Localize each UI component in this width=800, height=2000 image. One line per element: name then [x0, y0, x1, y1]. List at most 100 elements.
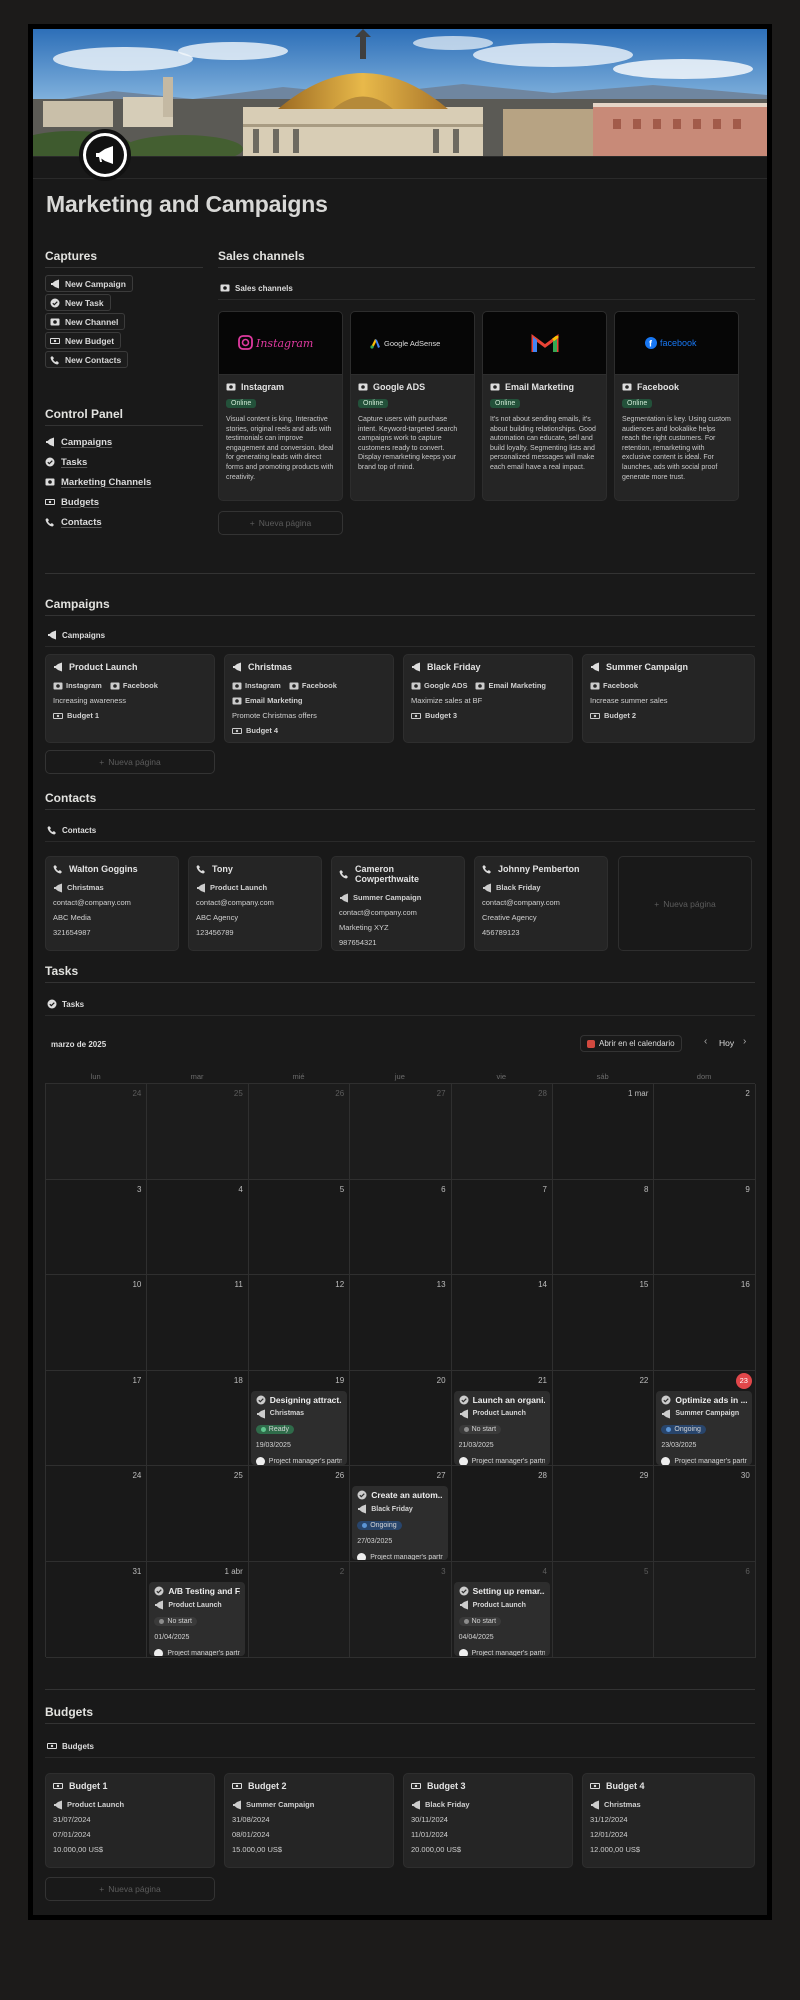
new-campaign-button[interactable]: New Campaign [45, 275, 133, 292]
campaign-card-summer-campaign[interactable]: Summer Campaign Facebook Increase summer… [582, 654, 755, 743]
channel-card-google-ads[interactable]: Google AdSense Google ADS Online Capture… [350, 311, 475, 501]
campaign-card-product-launch[interactable]: Product Launch Instagram Facebook Increas… [45, 654, 215, 743]
budget-card[interactable]: Budget 1 Product Launch 31/07/2024 07/01… [45, 1773, 215, 1868]
calendar-day-cell[interactable]: 20 [350, 1370, 452, 1467]
calendar-day-cell[interactable]: 3 [350, 1562, 452, 1658]
calendar-day-cell[interactable]: 3 [46, 1179, 148, 1276]
calendar-day-cell[interactable]: 5 [553, 1562, 655, 1658]
calendar-day-cell[interactable]: 13 [350, 1275, 452, 1371]
contact-card[interactable]: Cameron Cowperthwaite Summer Campaign co… [331, 856, 465, 951]
avatar [255, 1457, 265, 1465]
megaphone-icon [154, 1600, 164, 1610]
budget-card[interactable]: Budget 4 Christmas 31/12/2024 12/01/2024… [582, 1773, 755, 1868]
new-page-button[interactable]: + Nueva página [218, 511, 343, 535]
new-page-button[interactable]: + Nueva página [618, 856, 752, 951]
channel-card-facebook[interactable]: f facebook Facebook Online Segmentation i… [614, 311, 739, 501]
contact-card[interactable]: Tony Product Launch contact@company.com … [188, 856, 322, 951]
contact-campaign: Summer Campaign [353, 893, 422, 902]
calendar-day-cell[interactable]: 31 [46, 1562, 148, 1658]
cover-image[interactable] [33, 29, 767, 156]
view-tab-divider [218, 299, 755, 300]
prev-month-icon[interactable]: ‹ [704, 1036, 707, 1047]
sales-channels-view-tab[interactable]: Sales channels [220, 283, 293, 293]
task-event-card[interactable]: Setting up remar... Product Launch No star… [453, 1582, 550, 1656]
new-task-button[interactable]: New Task [45, 294, 111, 311]
control-panel-item-tasks[interactable]: Tasks [45, 455, 87, 469]
megaphone-page-icon[interactable] [79, 129, 131, 181]
contact-card[interactable]: Walton Goggins Christmas contact@company… [45, 856, 179, 951]
new-contacts-button[interactable]: New Contacts [45, 351, 129, 368]
open-in-calendar-button[interactable]: Abrir en el calendario [580, 1035, 682, 1052]
calendar-day-cell[interactable]: 2 [654, 1084, 756, 1180]
calendar-day-cell[interactable]: 24 [46, 1084, 148, 1180]
megaphone-icon [196, 883, 206, 893]
new-page-button[interactable]: + Nueva página [45, 1877, 215, 1901]
budgets-view-tab[interactable]: Budgets [47, 1741, 94, 1751]
calendar-day-cell[interactable]: 6 [654, 1562, 756, 1658]
calendar-day-cell[interactable]: 4 [147, 1179, 249, 1276]
budget-card[interactable]: Budget 3 Black Friday 30/11/2024 11/01/2… [403, 1773, 573, 1868]
calendar-day-cell[interactable]: 30 [654, 1466, 756, 1562]
task-date: 04/04/2025 [458, 1633, 494, 1641]
tasks-view-tab[interactable]: Tasks [47, 999, 84, 1009]
calendar-day-cell[interactable]: 2 [248, 1562, 351, 1658]
today-button[interactable]: Hoy [719, 1038, 734, 1048]
calendar-day-cell[interactable]: 12 [248, 1275, 351, 1371]
task-date: 23/03/2025 [661, 1442, 697, 1450]
campaigns-view-tab[interactable]: Campaigns [47, 630, 105, 640]
channel-card-instagram[interactable]: Instagram Instagram Online Visual conten… [218, 311, 343, 501]
calendar-day-cell[interactable]: 9 [654, 1179, 756, 1276]
calendar-day-cell[interactable]: 14 [451, 1275, 553, 1371]
calendar-day-cell[interactable]: 10 [46, 1275, 148, 1371]
contacts-view-tab[interactable]: Contacts [47, 825, 96, 835]
calendar-day-cell[interactable]: 15 [553, 1275, 655, 1371]
control-panel-item-contacts[interactable]: Contacts [45, 515, 102, 529]
calendar-day-cell[interactable]: 7 [451, 1179, 553, 1276]
calendar-day-cell[interactable]: 17 [46, 1370, 148, 1467]
calendar-day-cell[interactable]: 11 [147, 1275, 249, 1371]
channel-name: Google ADS [373, 382, 426, 392]
budget-card[interactable]: Budget 2 Summer Campaign 31/08/2024 08/0… [224, 1773, 394, 1868]
next-month-icon[interactable]: › [743, 1036, 746, 1047]
channel-description: Visual content is king. Interactive stor… [226, 416, 334, 481]
calendar-day-cell[interactable]: 6 [350, 1179, 452, 1276]
task-title-row: Optimize ads in ... [661, 1395, 747, 1405]
window-frame: Marketing and Campaigns Captures New Cam… [28, 24, 772, 1920]
calendar-day-cell[interactable]: 16 [654, 1275, 756, 1371]
calendar-day-cell[interactable]: 28 [451, 1084, 553, 1180]
megaphone-icon [256, 1409, 266, 1419]
calendar-day-cell[interactable]: 27 [350, 1084, 452, 1180]
contact-card[interactable]: Johnny Pemberton Black Friday contact@co… [474, 856, 608, 951]
task-event-card[interactable]: Designing attract... Christmas Ready 19/03/… [250, 1390, 347, 1465]
task-event-card[interactable]: Optimize ads in ... Summer Campaign Ongoin… [656, 1390, 753, 1465]
calendar-day-cell[interactable]: 26 [248, 1084, 351, 1180]
calendar-day-cell[interactable]: 8 [553, 1179, 655, 1276]
campaign-card-christmas[interactable]: Christmas Instagram Facebook Email Market… [224, 654, 394, 743]
task-assignee: Project manager's partner [167, 1649, 241, 1657]
calendar-day-cell[interactable]: 18 [147, 1370, 249, 1467]
task-event-card[interactable]: A/B Testing and F... Product Launch No sta… [149, 1582, 246, 1657]
plus-icon: + [99, 757, 105, 767]
calendar-day-cell[interactable]: 1 mar [553, 1084, 655, 1180]
calendar-day-cell[interactable]: 25 [147, 1084, 249, 1180]
new-budget-button[interactable]: New Budget [45, 332, 122, 349]
task-event-card[interactable]: Launch an organi... Product Launch No star… [453, 1390, 550, 1465]
control-panel-item-budgets[interactable]: Budgets [45, 495, 99, 509]
calendar-day-cell[interactable]: 25 [147, 1466, 249, 1562]
svg-text:facebook: facebook [660, 338, 697, 348]
new-page-button[interactable]: + Nueva página [45, 750, 215, 774]
control-panel-item-campaigns[interactable]: Campaigns [45, 435, 112, 449]
calendar-day-cell[interactable]: 24 [46, 1466, 148, 1562]
task-event-card[interactable]: Create an autom... Black Friday Ongoing 27/… [352, 1486, 449, 1561]
channel-card-email-marketing[interactable]: Email Marketing Online It's not about se… [482, 311, 607, 501]
budget-campaign: Christmas [604, 1800, 641, 1809]
campaign-card-black-friday[interactable]: Black Friday Google ADS Email Marketing M… [403, 654, 573, 743]
calendar-day-cell[interactable]: 22 [553, 1370, 655, 1467]
new-channel-button[interactable]: New Channel [45, 313, 126, 330]
calendar-day-cell[interactable]: 29 [553, 1466, 655, 1562]
control-panel-item-marketing-channels[interactable]: Marketing Channels [45, 475, 151, 489]
calendar-day-cell[interactable]: 5 [248, 1179, 351, 1276]
budget-icon [590, 711, 600, 721]
calendar-day-cell[interactable]: 26 [248, 1466, 351, 1562]
calendar-day-cell[interactable]: 28 [451, 1466, 553, 1562]
